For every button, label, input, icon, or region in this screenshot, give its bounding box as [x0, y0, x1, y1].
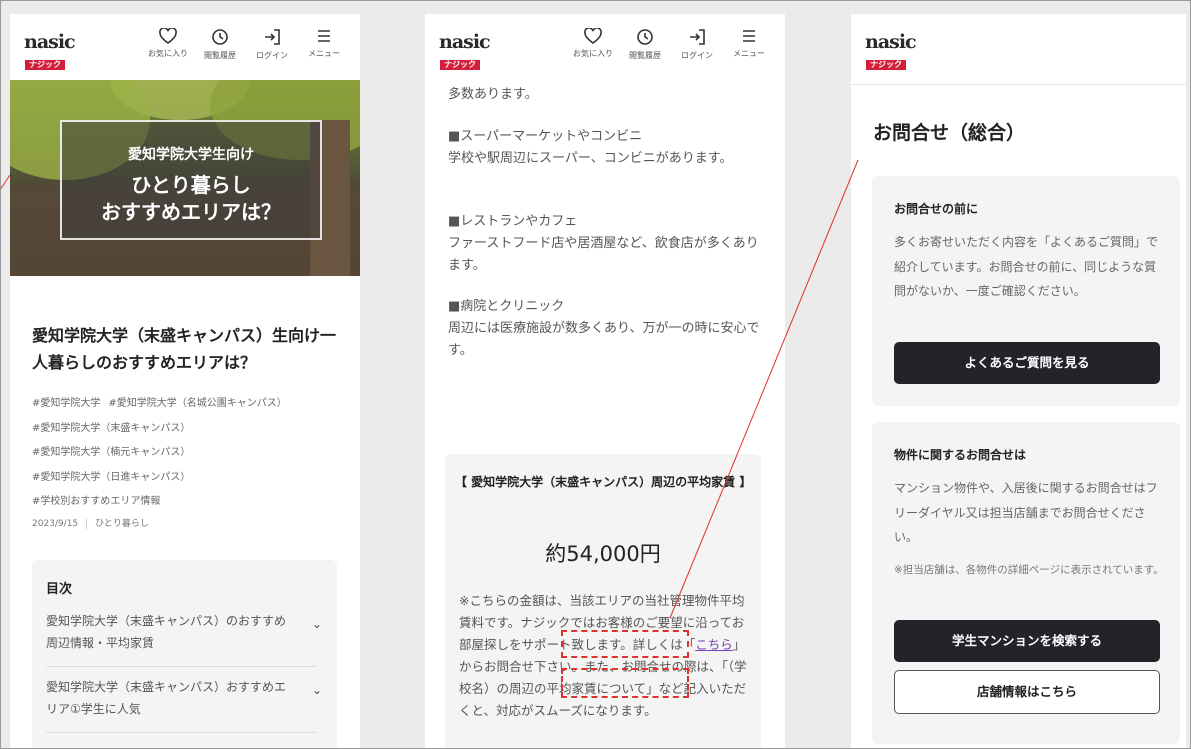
history-icon: [212, 29, 228, 45]
annotation-highlight: [561, 668, 689, 698]
article-title: 愛知学院大学（末盛キャンパス）生向け一人暮らしのおすすめエリアは？: [32, 326, 337, 372]
tag-link[interactable]: #愛知学院大学（楠元キャンパス）: [32, 447, 190, 458]
nav-favorites[interactable]: お気に入り: [142, 28, 194, 61]
toc-item[interactable]: 愛知学院大学（末盛キャンパス）おすすめエリア①学生に人気 ⌄: [46, 676, 326, 720]
section-heading: ■スーパーマーケットやコンビニ: [448, 129, 643, 144]
faq-card: お問合せの前に 多くお寄せいただく内容を「よくあるご質問」で紹介しています。お問…: [872, 176, 1180, 406]
section-text: 学校や駅周辺にスーパー、コンビニがあります。: [448, 151, 733, 166]
hero-image: 愛知学院大学生向け ひとり暮らし おすすめエリアは？: [10, 80, 360, 276]
tag-link[interactable]: #愛知学院大学（末盛キャンパス）: [32, 423, 190, 434]
card-body: マンション物件や、入居後に関するお問合せはフリーダイヤル又は担当店舗までお問合せ…: [894, 481, 1158, 544]
nav-menu[interactable]: メニュー: [723, 28, 775, 61]
toc-item[interactable]: 愛知学院大学（末盛キャンパス）のおすすめ周辺情報・平均家賃 ⌄: [46, 610, 326, 654]
section-restaurant: ■レストランやカフェ ファーストフード店や居酒屋など、飲食店が多くあります。: [448, 211, 768, 277]
hero-title-line1: ひとり暮らし: [131, 173, 251, 197]
average-rent-box: 【 愛知学院大学（末盛キャンパス）周辺の平均家賃 】 約54,000円 ※こちら…: [445, 454, 761, 749]
section-text: ファーストフード店や居酒屋など、飲食店が多くあります。: [448, 236, 759, 273]
card-body: 多くお寄せいただく内容を「よくあるご質問」で紹介しています。お問合せの前に、同じ…: [894, 235, 1159, 298]
header-nav: お気に入り 閲覧履歴 ログイン メニュー: [142, 28, 350, 61]
tag-link[interactable]: #愛知学院大学: [32, 398, 100, 409]
tag-link[interactable]: #愛知学院大学（日進キャンパス）: [32, 472, 190, 483]
article-meta: 2023/9/15 ひとり暮らし: [32, 516, 149, 529]
site-logo[interactable]: nasic ナジック: [24, 32, 76, 70]
toc-heading: 目次: [46, 582, 73, 597]
site-header: nasic ナジック お気に入り 閲覧履歴 ログイン メニュー: [10, 14, 360, 80]
nav-login[interactable]: ログイン: [246, 28, 298, 61]
contact-link[interactable]: こちら: [695, 637, 733, 652]
site-header: nasic ナジック お気に入り 閲覧履歴 ログイン メニュー: [425, 14, 785, 80]
history-icon: [637, 29, 653, 45]
article-panel: nasic ナジック お気に入り 閲覧履歴 ログイン メニュー 愛知学院大学生向…: [10, 14, 360, 749]
section-text: 周辺には医療施設が数多くあり、万が一の時に安心です。: [448, 321, 760, 358]
faq-button[interactable]: よくあるご質問を見る: [894, 342, 1160, 384]
hero-title-line2: おすすめエリアは？: [101, 200, 281, 224]
property-inquiry-card: 物件に関するお問合せは マンション物件や、入居後に関するお問合せはフリーダイヤル…: [872, 422, 1180, 744]
header-nav: お気に入り 閲覧履歴 ログイン メニュー: [567, 28, 775, 61]
search-mansion-button[interactable]: 学生マンションを検索する: [894, 620, 1160, 662]
heart-icon: [159, 28, 177, 44]
nav-favorites[interactable]: お気に入り: [567, 28, 619, 61]
login-icon: [265, 29, 280, 45]
login-icon: [690, 29, 705, 45]
site-logo[interactable]: nasic ナジック: [439, 32, 491, 70]
nav-menu[interactable]: メニュー: [298, 28, 350, 61]
annotation-highlight: [561, 630, 689, 658]
menu-icon: [318, 30, 330, 42]
section-heading: ■レストランやカフェ: [448, 214, 578, 229]
card-heading: 物件に関するお問合せは: [894, 448, 1027, 462]
page-title: お問合せ（総合）: [873, 122, 1026, 144]
site-header: nasic ナジック: [851, 14, 1186, 85]
contact-panel: nasic ナジック お問合せ（総合） お問合せの前に 多くお寄せいただく内容を…: [851, 14, 1186, 749]
tag-link[interactable]: #愛知学院大学（名城公園キャンパス）: [108, 398, 286, 409]
table-of-contents: 目次 愛知学院大学（末盛キャンパス）のおすすめ周辺情報・平均家賃 ⌄ 愛知学院大…: [32, 560, 337, 749]
intro-text: 多数あります。: [448, 87, 538, 102]
hero-subtitle: 愛知学院大学生向け: [128, 147, 254, 163]
article-detail-panel: nasic ナジック お気に入り 閲覧履歴 ログイン メニュー 多数あります。 …: [425, 14, 785, 749]
nav-history[interactable]: 閲覧履歴: [619, 28, 671, 61]
card-heading: お問合せの前に: [894, 202, 979, 216]
heart-icon: [584, 28, 602, 44]
nav-login[interactable]: ログイン: [671, 28, 723, 61]
menu-icon: [743, 30, 755, 42]
card-note: ※担当店舗は、各物件の詳細ページに表示されています。: [894, 564, 1164, 576]
section-hospital: ■病院とクリニック 周辺には医療施設が数多くあり、万が一の時に安心です。: [448, 296, 768, 362]
article-date: 2023/9/15: [32, 519, 79, 529]
section-supermarket: ■スーパーマーケットやコンビニ 学校や駅周辺にスーパー、コンビニがあります。: [448, 126, 768, 170]
nav-history[interactable]: 閲覧履歴: [194, 28, 246, 61]
tag-list: #愛知学院大学 #愛知学院大学（名城公園キャンパス） #愛知学院大学（末盛キャンパ…: [32, 392, 352, 515]
chevron-down-icon: ⌄: [311, 617, 322, 631]
average-rent-price: 約54,000円: [545, 542, 661, 566]
site-logo[interactable]: nasic ナジック: [865, 32, 917, 70]
rent-box-title: 【 愛知学院大学（末盛キャンパス）周辺の平均家賃 】: [455, 475, 752, 489]
hero-caption: 愛知学院大学生向け ひとり暮らし おすすめエリアは？: [60, 120, 322, 240]
chevron-down-icon: ⌄: [311, 683, 322, 697]
section-heading: ■病院とクリニック: [448, 299, 565, 314]
tag-link[interactable]: #学校別おすすめエリア情報: [32, 496, 160, 507]
article-category[interactable]: ひとり暮らし: [95, 519, 149, 529]
store-info-button[interactable]: 店舗情報はこちら: [894, 670, 1160, 714]
